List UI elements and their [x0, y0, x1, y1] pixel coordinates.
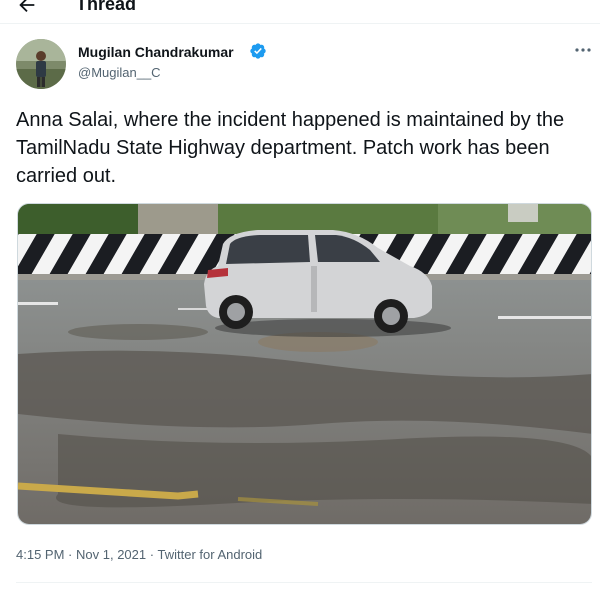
road-photo [18, 204, 591, 524]
tweet-date[interactable]: Nov 1, 2021 [76, 547, 146, 562]
verified-badge-icon [250, 43, 266, 59]
divider [16, 582, 592, 583]
author-handle[interactable]: @Mugilan__C [78, 65, 161, 80]
tweet-time[interactable]: 4:15 PM [16, 547, 64, 562]
separator-dot: · [68, 547, 73, 562]
avatar[interactable] [16, 39, 66, 89]
more-options-icon[interactable] [572, 42, 594, 58]
tweet-source[interactable]: Twitter for Android [157, 547, 262, 562]
arrow-left-icon[interactable] [16, 0, 38, 16]
separator-dot: · [149, 547, 155, 562]
page-title: Thread [76, 0, 137, 14]
tweet-media-photo[interactable] [17, 203, 592, 525]
thread-header: Thread [0, 0, 600, 24]
tweet-text: Anna Salai, where the incident happened … [16, 109, 565, 187]
author-name[interactable]: Mugilan Chandrakumar [78, 44, 234, 60]
tweet-timestamp: 4:15 PM · Nov 1, 2021 · Twitter for Andr… [16, 547, 262, 562]
